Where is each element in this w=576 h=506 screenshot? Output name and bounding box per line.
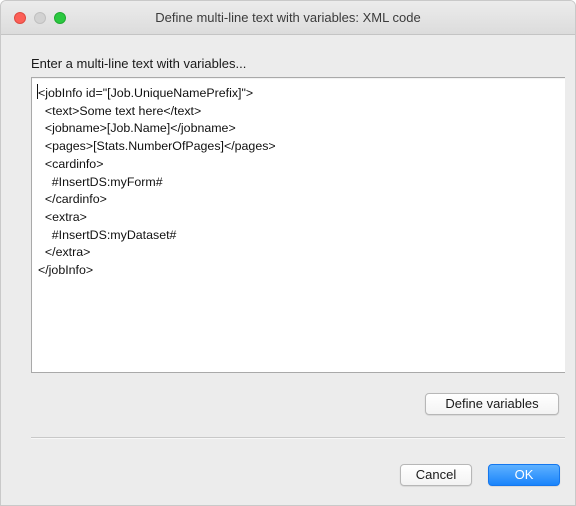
window-edge	[565, 35, 575, 505]
cancel-button[interactable]: Cancel	[400, 464, 472, 486]
separator	[31, 437, 567, 439]
define-variables-button[interactable]: Define variables	[425, 393, 559, 415]
code-line: </jobInfo>	[38, 263, 94, 278]
code-line: #InsertDS:myForm#	[38, 174, 163, 189]
code-line: </cardinfo>	[38, 192, 107, 207]
dialog-window: Define multi-line text with variables: X…	[0, 0, 576, 506]
code-line: <jobInfo id="[Job.UniqueNamePrefix]">	[38, 86, 254, 100]
ok-button[interactable]: OK	[488, 464, 560, 486]
code-line: <pages>[Stats.NumberOfPages]</pages>	[38, 139, 276, 154]
code-line: #InsertDS:myDataset#	[38, 227, 177, 242]
title-bar[interactable]: Define multi-line text with variables: X…	[1, 1, 575, 35]
window-title: Define multi-line text with variables: X…	[155, 10, 421, 25]
text-caret	[37, 84, 38, 99]
prompt-label: Enter a multi-line text with variables..…	[31, 56, 247, 71]
code-line: </extra>	[38, 245, 91, 260]
xml-text-editor[interactable]: <jobInfo id="[Job.UniqueNamePrefix]"> <t…	[31, 77, 567, 373]
code-line: <cardinfo>	[38, 156, 104, 171]
code-line: <jobname>[Job.Name]</jobname>	[38, 121, 236, 136]
code-line: <text>Some text here</text>	[38, 103, 202, 118]
code-line: <extra>	[38, 209, 87, 224]
